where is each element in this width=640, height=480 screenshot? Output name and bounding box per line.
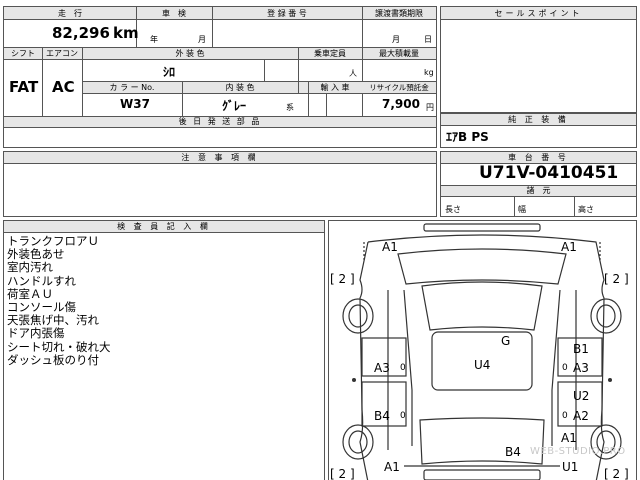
later-parts-label: 後 日 発 送 部 品 [178, 117, 262, 126]
zero-mark: 0 [562, 363, 568, 373]
inspection-label: 車 検 [162, 9, 186, 18]
wheel-rear-left [342, 424, 374, 460]
capacity-label: 乗車定員 [314, 49, 346, 58]
zero-mark: 0 [400, 363, 406, 373]
aircon-label: エアコン [46, 49, 78, 58]
damage-code-right-u2: U2 [573, 389, 590, 403]
length-label: 長さ [445, 205, 461, 214]
shift-value: FAT [9, 78, 39, 96]
recycle-deposit-value: 7,900 [382, 97, 420, 111]
note-line: ハンドルすれ [7, 273, 76, 288]
damage-code-bottom-left: A1 [384, 460, 400, 474]
damage-code-front-right: A1 [561, 240, 577, 254]
damage-code-center: U4 [474, 358, 491, 372]
rear-bumper-shape [423, 469, 541, 480]
damage-code-left-mid: A3 [374, 361, 390, 375]
rear-glass-shape [419, 417, 545, 465]
color-number-value: W37 [120, 97, 150, 111]
transfer-deadline-label: 譲渡書類期限 [375, 9, 423, 18]
inspector-notes: トランクフロアＵ 外装色あせ 室内汚れ ハンドルすれ 荷室ＡＵ コンソール傷 天… [7, 234, 111, 367]
transfer-day: 日 [424, 35, 432, 44]
left-mirror-dot [352, 378, 356, 382]
hood-shape [397, 248, 567, 285]
bracket-count: [ 2 ] [604, 272, 629, 286]
mileage-unit: km [113, 24, 139, 42]
wheel-front-right [590, 298, 622, 334]
cautions-label: 注 意 事 項 欄 [181, 153, 259, 162]
zero-mark: 0 [562, 411, 568, 421]
right-pillar-line [551, 289, 561, 446]
sales-point-label: セールスポイント [494, 9, 583, 18]
interior-color-value: ｸﾞﾚｰ [222, 99, 247, 113]
damage-code-right-a2: A2 [573, 409, 589, 423]
max-load-unit: kg [424, 68, 434, 77]
watermark-text: WEB-STUDIO.PRO [530, 446, 626, 457]
height-label: 高さ [578, 205, 594, 214]
windshield-shape [421, 281, 543, 331]
registration-label: 登 録 番 号 [267, 9, 307, 18]
note-line: ドア内張傷 [7, 326, 65, 341]
inspector-label: 検 査 員 記 入 欄 [117, 222, 211, 231]
import-car-label: 輸 入 車 [320, 83, 350, 92]
damage-code-left-rear: B4 [374, 409, 390, 423]
capacity-unit: 人 [349, 69, 357, 78]
transfer-month: 月 [392, 35, 400, 44]
shift-label: シフト [11, 49, 35, 58]
bracket-count: [ 2 ] [604, 467, 629, 480]
inspection-year: 年 [150, 35, 158, 44]
note-line: 室内汚れ [7, 260, 53, 275]
mileage-value: 82,296 [52, 24, 110, 42]
bracket-count: [ 2 ] [330, 467, 355, 480]
car-outline-diagram [342, 223, 622, 480]
color-number-label: カ ラ ー No. [109, 83, 155, 92]
inspection-month: 月 [198, 35, 206, 44]
wheel-front-left [342, 298, 374, 334]
note-line: シート切れ・破れ大 [7, 339, 111, 354]
chassis-label: 車 台 番 号 [508, 153, 569, 162]
max-load-label: 最大積載量 [379, 49, 419, 58]
bracket-count: [ 2 ] [330, 272, 355, 286]
exterior-color-label: 外 装 色 [175, 49, 205, 58]
damage-code-rear-u1: U1 [562, 460, 579, 474]
sales-point-panel [440, 6, 637, 113]
exterior-color-value: ｼﾛ [163, 65, 176, 79]
chassis-number: U71V-0410451 [479, 163, 619, 183]
recycle-deposit-label: リサイクル預託金 [369, 83, 429, 92]
mileage-label: 走 行 [58, 9, 82, 18]
damage-code-rear-b4: B4 [505, 445, 521, 459]
equipment-value: ｴｱB PS [446, 130, 489, 144]
damage-code-front-left: A1 [382, 240, 398, 254]
equipment-label: 純 正 装 備 [508, 115, 569, 124]
front-bumper-shape [423, 223, 541, 232]
dimensions-label: 諸 元 [526, 186, 551, 195]
right-mirror-dot [608, 378, 612, 382]
note-line: ダッシュ板のり付 [7, 352, 99, 367]
damage-code-roof: G [501, 334, 511, 348]
width-label: 幅 [518, 205, 526, 214]
damage-code-right-a1: A1 [561, 431, 577, 445]
damage-code-right-b1: B1 [573, 342, 589, 356]
damage-code-right-a3: A3 [573, 361, 589, 375]
interior-color-unit: 系 [286, 103, 294, 112]
interior-color-label: 内 装 色 [225, 83, 255, 92]
recycle-deposit-unit: 円 [426, 103, 434, 112]
zero-mark: 0 [400, 411, 406, 421]
aircon-value: AC [52, 78, 75, 96]
